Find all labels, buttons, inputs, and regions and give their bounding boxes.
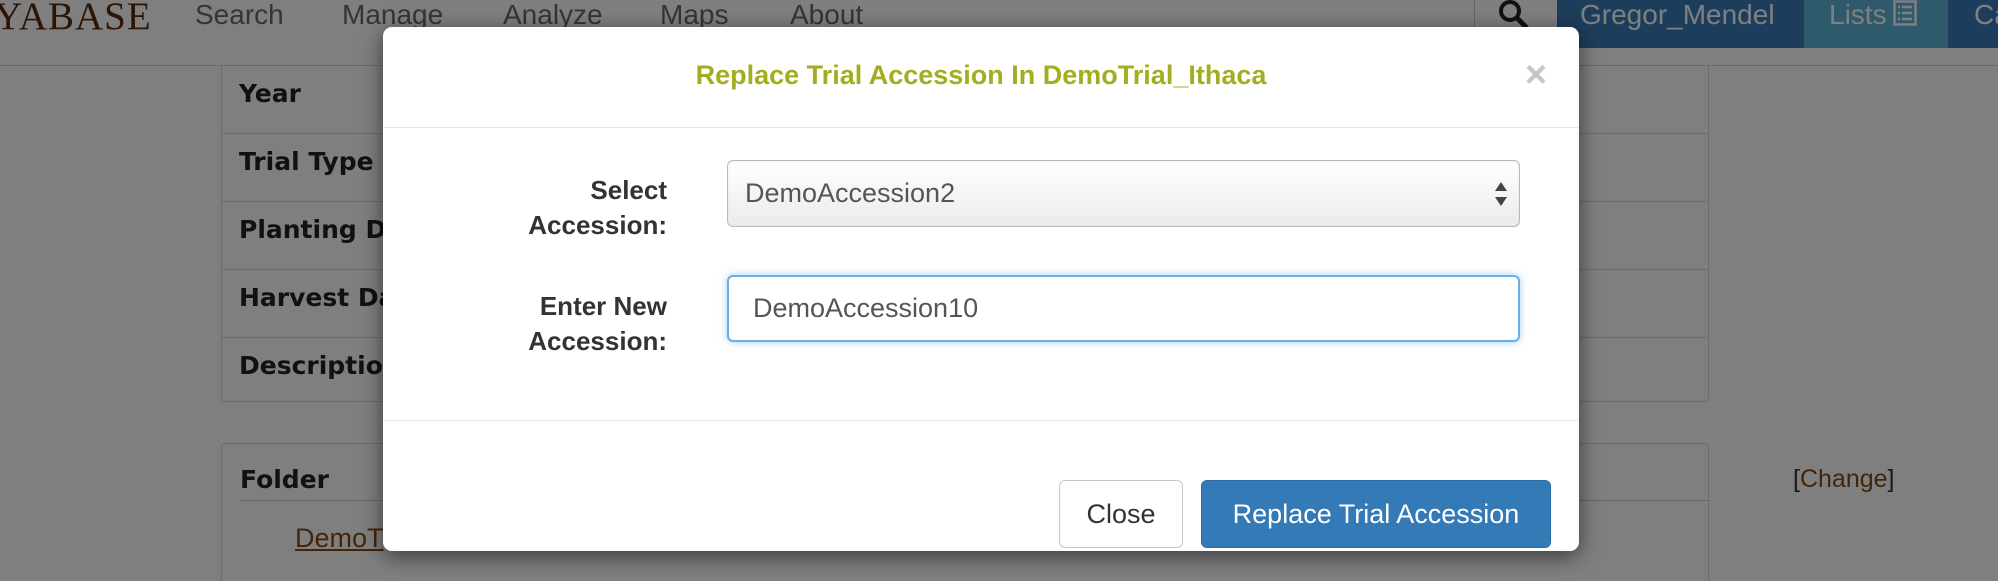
select-accession-value: DemoAccession2 <box>745 178 956 208</box>
select-accession-dropdown[interactable]: DemoAccession2 <box>727 160 1520 227</box>
select-accession-label: Select Accession: <box>383 173 667 243</box>
modal-title: Replace Trial Accession In DemoTrial_Ith… <box>695 60 1267 90</box>
page: YABASE Search Manage Analyze Maps About … <box>0 0 1998 581</box>
replace-trial-accession-button[interactable]: Replace Trial Accession <box>1201 480 1551 548</box>
label-line: Select <box>590 175 667 205</box>
label-line: Enter New <box>539 291 667 321</box>
modal-header: Replace Trial Accession In DemoTrial_Ith… <box>383 27 1579 128</box>
label-line: Accession: <box>528 210 667 240</box>
new-accession-label: Enter New Accession: <box>383 289 667 359</box>
chevron-up-down-icon <box>1495 182 1507 206</box>
close-icon[interactable]: × <box>1517 56 1555 96</box>
replace-accession-dialog: Replace Trial Accession In DemoTrial_Ith… <box>383 27 1579 551</box>
new-accession-input[interactable] <box>727 275 1520 342</box>
close-button[interactable]: Close <box>1059 480 1183 548</box>
label-line: Accession: <box>528 326 667 356</box>
modal-footer: Close Replace Trial Accession <box>383 420 1579 551</box>
